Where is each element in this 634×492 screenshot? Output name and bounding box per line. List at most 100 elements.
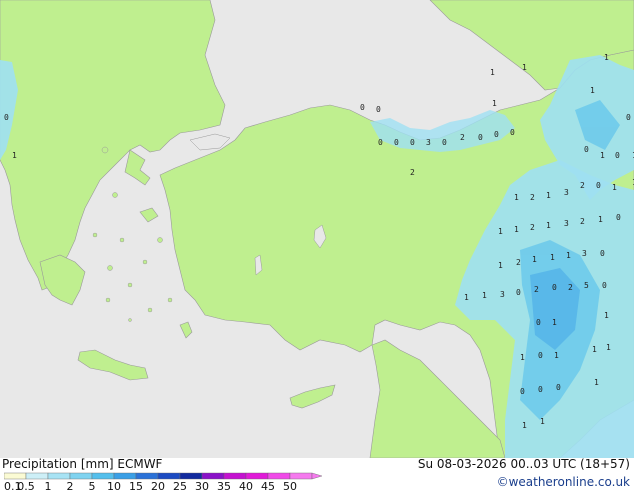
map-footer: Precipitation [mm] ECMWF Su 08-03-2026 0… <box>0 457 634 492</box>
legend-tick-label: 0.5 <box>17 480 35 492</box>
rain-value-label: 0 <box>516 288 521 297</box>
rain-value-label: 1 <box>590 86 595 95</box>
legend-overflow-arrow <box>311 472 323 480</box>
legend-tick-label: 5 <box>89 480 96 492</box>
legend-swatch <box>4 472 27 480</box>
rain-value-label: 1 <box>520 353 525 362</box>
rain-value-label: 3 <box>564 219 569 228</box>
rain-value-label: 1 <box>540 417 545 426</box>
rain-value-label: 0 <box>536 318 541 327</box>
rain-value-label: 1 <box>532 255 537 264</box>
rain-value-label: 1 <box>522 63 527 72</box>
rain-value-label: 1 <box>606 343 611 352</box>
rain-value-label: 1 <box>594 378 599 387</box>
rain-value-label: 2 <box>580 217 585 226</box>
rain-value-label: 2 <box>530 223 535 232</box>
rain-value-label: 0 <box>616 213 621 222</box>
legend-tick-label: 25 <box>173 480 187 492</box>
legend-swatch <box>179 472 203 480</box>
rain-value-label: 2 <box>516 258 521 267</box>
rain-value-label: 0 <box>4 113 9 122</box>
rain-value-label: 5 <box>584 281 589 290</box>
rain-value-label: 1 <box>514 193 519 202</box>
rain-value-label: 0 <box>376 105 381 114</box>
legend-swatches <box>4 472 323 480</box>
legend-tick-label: 50 <box>283 480 297 492</box>
legend-tick-label: 35 <box>217 480 231 492</box>
legend-swatch <box>289 472 313 480</box>
rain-value-label: 1 <box>566 251 571 260</box>
rain-value-label: 1 <box>482 291 487 300</box>
rain-value-label: 1 <box>592 345 597 354</box>
rain-value-label: 1 <box>492 99 497 108</box>
map-title: Precipitation [mm] ECMWF <box>2 457 163 471</box>
legend-tick-label: 1 <box>45 480 52 492</box>
rain-value-label: 3 <box>564 188 569 197</box>
rain-value-label: 2 <box>568 283 573 292</box>
rain-value-label: 0 <box>410 138 415 147</box>
legend-swatch <box>25 472 49 480</box>
rain-value-label: 3 <box>500 290 505 299</box>
legend-tick-label: 2 <box>67 480 74 492</box>
rain-value-label: 0 <box>556 383 561 392</box>
legend-swatch <box>135 472 159 480</box>
rain-value-label: 0 <box>596 181 601 190</box>
legend-tick-label: 20 <box>151 480 165 492</box>
rain-value-label: 0 <box>494 130 499 139</box>
rain-value-label: 0 <box>538 385 543 394</box>
legend-tick-label: 40 <box>239 480 253 492</box>
rain-value-label: 0 <box>584 145 589 154</box>
forecast-datetime: Su 08-03-2026 00..03 UTC (18+57) <box>417 457 630 471</box>
rain-value-label: 1 <box>464 293 469 302</box>
legend-tick-label: 10 <box>107 480 121 492</box>
legend-tick-label: 45 <box>261 480 275 492</box>
legend-tick-labels: 0.10.5 1 2 5 10 15 20 25 30 35 40 45 50 <box>4 480 297 492</box>
legend-tick-label: 15 <box>129 480 143 492</box>
legend-swatch <box>113 472 137 480</box>
rain-value-label: 0 <box>378 138 383 147</box>
legend-tick-label: 30 <box>195 480 209 492</box>
rain-value-label: 0 <box>478 133 483 142</box>
legend-swatch <box>69 472 93 480</box>
rain-value-label: 1 <box>522 421 527 430</box>
legend-swatch <box>157 472 181 480</box>
legend-swatch <box>223 472 247 480</box>
rain-value-label: 1 <box>550 253 555 262</box>
rain-value-label: 0 <box>520 387 525 396</box>
rain-value-label: 1 <box>514 225 519 234</box>
rain-value-label: 1 <box>612 183 617 192</box>
rain-value-label: 1 <box>598 215 603 224</box>
weather-map-panel: 1000000230200011111001011213201111213210… <box>0 0 634 492</box>
rain-value-label: 0 <box>360 103 365 112</box>
legend-swatch <box>267 472 291 480</box>
precipitation-map: 1000000230200011111001011213201111213210… <box>0 0 634 458</box>
rain-value-label: 0 <box>615 151 620 160</box>
rain-value-label: 1 <box>600 151 605 160</box>
rain-value-label: 1 <box>546 221 551 230</box>
legend-swatch <box>201 472 225 480</box>
rain-value-label: 1 <box>604 53 609 62</box>
rain-value-label: 1 <box>498 261 503 270</box>
rain-value-label: 1 <box>490 68 495 77</box>
legend-swatch <box>245 472 269 480</box>
rain-value-label: 0 <box>602 281 607 290</box>
rain-value-label: 1 <box>498 227 503 236</box>
rain-value-label: 1 <box>12 151 17 160</box>
credit-link[interactable]: ©weatheronline.co.uk <box>497 476 630 489</box>
legend-swatch <box>47 472 71 480</box>
rain-value-label: 2 <box>530 193 535 202</box>
precipitation-color-scale: 0.10.5 1 2 5 10 15 20 25 30 35 40 45 50 <box>4 472 323 492</box>
rain-value-label: 1 <box>552 318 557 327</box>
rain-value-label: 0 <box>394 138 399 147</box>
legend-swatch <box>91 472 115 480</box>
rain-value-label: 0 <box>510 128 515 137</box>
rain-value-label: 3 <box>426 138 431 147</box>
rain-value-label: 0 <box>538 351 543 360</box>
rain-value-label: 1 <box>554 351 559 360</box>
rain-value-label: 2 <box>534 285 539 294</box>
rain-value-label: 0 <box>626 113 631 122</box>
rain-value-label: 2 <box>460 133 465 142</box>
rain-value-label: 0 <box>552 283 557 292</box>
rain-value-label: 3 <box>582 249 587 258</box>
rain-value-label: 1 <box>604 311 609 320</box>
